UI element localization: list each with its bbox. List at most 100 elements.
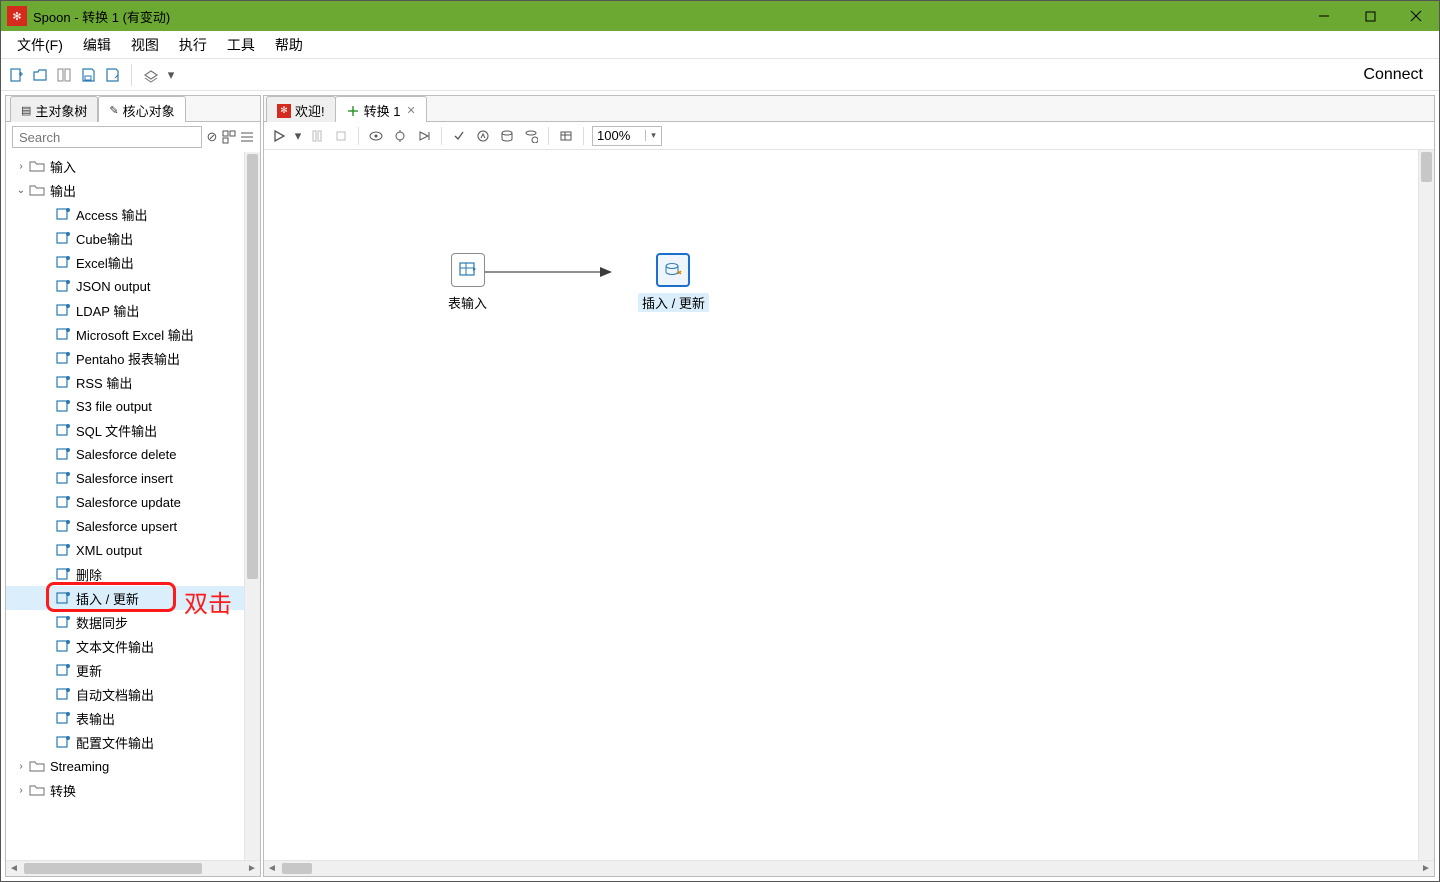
impact-icon[interactable]: [474, 127, 492, 145]
menu-tools[interactable]: 工具: [217, 31, 265, 59]
body-area: ▤ 主对象树 ✎ 核心对象 ⊘ ›输入⌄输出Access 输出Cube输出Exc…: [1, 91, 1439, 881]
tree-step[interactable]: 配置文件输出: [6, 730, 244, 754]
sidebar-scrollbar-vertical[interactable]: [244, 152, 260, 860]
tree-step[interactable]: Salesforce delete: [6, 442, 244, 466]
toolbar-perspective-icon[interactable]: [142, 66, 160, 84]
search-input[interactable]: [12, 126, 202, 148]
show-results-icon[interactable]: [557, 127, 575, 145]
tree-step[interactable]: SQL 文件输出: [6, 418, 244, 442]
run-icon[interactable]: [270, 127, 288, 145]
insert-update-icon: [663, 260, 683, 280]
toolbar-save-icon[interactable]: [79, 66, 97, 84]
run-options-icon[interactable]: ▾: [294, 127, 302, 145]
tree-folder[interactable]: ›转换: [6, 778, 244, 802]
titlebar: ✻ Spoon - 转换 1 (有变动): [1, 1, 1439, 31]
menu-view[interactable]: 视图: [121, 31, 169, 59]
zoom-input[interactable]: [593, 128, 645, 143]
tree-step[interactable]: 更新: [6, 658, 244, 682]
tree-wrap: ›输入⌄输出Access 输出Cube输出Excel输出JSON outputL…: [6, 152, 260, 860]
expand-all-icon[interactable]: [222, 128, 236, 146]
tree-folder[interactable]: ⌄输出: [6, 178, 244, 202]
toolbar-new-icon[interactable]: [7, 66, 25, 84]
tree-step[interactable]: XML output: [6, 538, 244, 562]
tree-step[interactable]: JSON output: [6, 274, 244, 298]
doc-icon: ▤: [21, 104, 31, 117]
menu-edit[interactable]: 编辑: [73, 31, 121, 59]
toolbar-saveas-icon[interactable]: [103, 66, 121, 84]
search-row: ⊘: [6, 122, 260, 152]
verify-icon[interactable]: [450, 127, 468, 145]
sidebar-tab-label: 主对象树: [35, 101, 87, 120]
tree-step[interactable]: Salesforce insert: [6, 466, 244, 490]
collapse-all-icon[interactable]: [240, 128, 254, 146]
preview-icon[interactable]: [367, 127, 385, 145]
node-insert-update[interactable]: 插入 / 更新: [638, 253, 709, 312]
tree-step[interactable]: Salesforce update: [6, 490, 244, 514]
node-table-input[interactable]: 表输入: [448, 253, 487, 312]
window-title: Spoon - 转换 1 (有变动): [33, 7, 170, 26]
canvas-scrollbar-horizontal[interactable]: ◄ ►: [264, 860, 1434, 876]
tree-step[interactable]: 插入 / 更新: [6, 586, 244, 610]
toolbar-explore-icon[interactable]: [55, 66, 73, 84]
clear-search-icon[interactable]: ⊘: [206, 128, 218, 146]
zoom-dropdown-icon[interactable]: ▾: [645, 130, 661, 141]
tab-welcome[interactable]: ✻ 欢迎!: [266, 96, 336, 122]
menu-help[interactable]: 帮助: [265, 31, 313, 59]
editor-tabs: ✻ 欢迎! 转换 1 ✕: [264, 96, 1434, 122]
sidebar-scrollbar-horizontal[interactable]: ◄ ►: [6, 860, 260, 876]
tree-step[interactable]: Salesforce upsert: [6, 514, 244, 538]
close-icon: [1410, 10, 1422, 22]
app-icon: ✻: [7, 6, 27, 26]
canvas-scrollbar-vertical[interactable]: [1418, 150, 1434, 860]
stop-icon[interactable]: [332, 127, 350, 145]
maximize-icon: [1365, 11, 1376, 22]
pause-icon[interactable]: [308, 127, 326, 145]
tab-label: 转换 1: [364, 101, 401, 120]
sidebar-tab-design[interactable]: ✎ 核心对象: [98, 96, 185, 122]
maximize-button[interactable]: [1347, 1, 1393, 31]
tree-step[interactable]: LDAP 输出: [6, 298, 244, 322]
tab-close-icon[interactable]: ✕: [404, 104, 415, 117]
toolbar-dropdown-icon[interactable]: ▾: [166, 66, 176, 84]
tree-step[interactable]: RSS 输出: [6, 370, 244, 394]
debug-icon[interactable]: [391, 127, 409, 145]
connect-link[interactable]: Connect: [1353, 64, 1433, 86]
minimize-button[interactable]: [1301, 1, 1347, 31]
canvas-wrap: 表输入 插入 / 更新: [264, 150, 1434, 860]
tree-step[interactable]: Pentaho 报表输出: [6, 346, 244, 370]
tree-step[interactable]: S3 file output: [6, 394, 244, 418]
tree-step[interactable]: 表输出: [6, 706, 244, 730]
transformation-icon: [346, 104, 360, 118]
tree-folder[interactable]: ›Streaming: [6, 754, 244, 778]
explore-db-icon[interactable]: [522, 127, 540, 145]
zoom-control[interactable]: ▾: [592, 126, 662, 146]
toolbar-open-icon[interactable]: [31, 66, 49, 84]
tree-step[interactable]: Cube输出: [6, 226, 244, 250]
tree-step[interactable]: 删除: [6, 562, 244, 586]
app-window: ✻ Spoon - 转换 1 (有变动) 文件(F) 编辑 视图 执行 工具 帮…: [0, 0, 1440, 882]
menu-run[interactable]: 执行: [169, 31, 217, 59]
toolbar: ▾ Connect: [1, 59, 1439, 91]
tree-step[interactable]: Access 输出: [6, 202, 244, 226]
editor-area: ✻ 欢迎! 转换 1 ✕ ▾: [263, 95, 1435, 877]
welcome-icon: ✻: [277, 104, 291, 118]
node-label: 表输入: [448, 293, 487, 312]
canvas[interactable]: 表输入 插入 / 更新: [264, 150, 1418, 860]
hop-arrow[interactable]: [480, 266, 650, 278]
tree-step[interactable]: 文本文件输出: [6, 634, 244, 658]
tree-folder[interactable]: ›输入: [6, 154, 244, 178]
tab-label: 欢迎!: [295, 101, 325, 120]
sidebar-tab-view[interactable]: ▤ 主对象树: [10, 96, 98, 122]
menu-file[interactable]: 文件(F): [7, 31, 73, 59]
replay-icon[interactable]: [415, 127, 433, 145]
tree-step[interactable]: Excel输出: [6, 250, 244, 274]
sql-icon[interactable]: [498, 127, 516, 145]
close-button[interactable]: [1393, 1, 1439, 31]
sidebar-tab-label: 核心对象: [123, 101, 175, 120]
steps-tree: ›输入⌄输出Access 输出Cube输出Excel输出JSON outputL…: [6, 152, 244, 860]
table-input-icon: [458, 260, 478, 280]
tree-step[interactable]: 数据同步: [6, 610, 244, 634]
tab-transformation[interactable]: 转换 1 ✕: [335, 96, 427, 122]
tree-step[interactable]: 自动文档输出: [6, 682, 244, 706]
tree-step[interactable]: Microsoft Excel 输出: [6, 322, 244, 346]
